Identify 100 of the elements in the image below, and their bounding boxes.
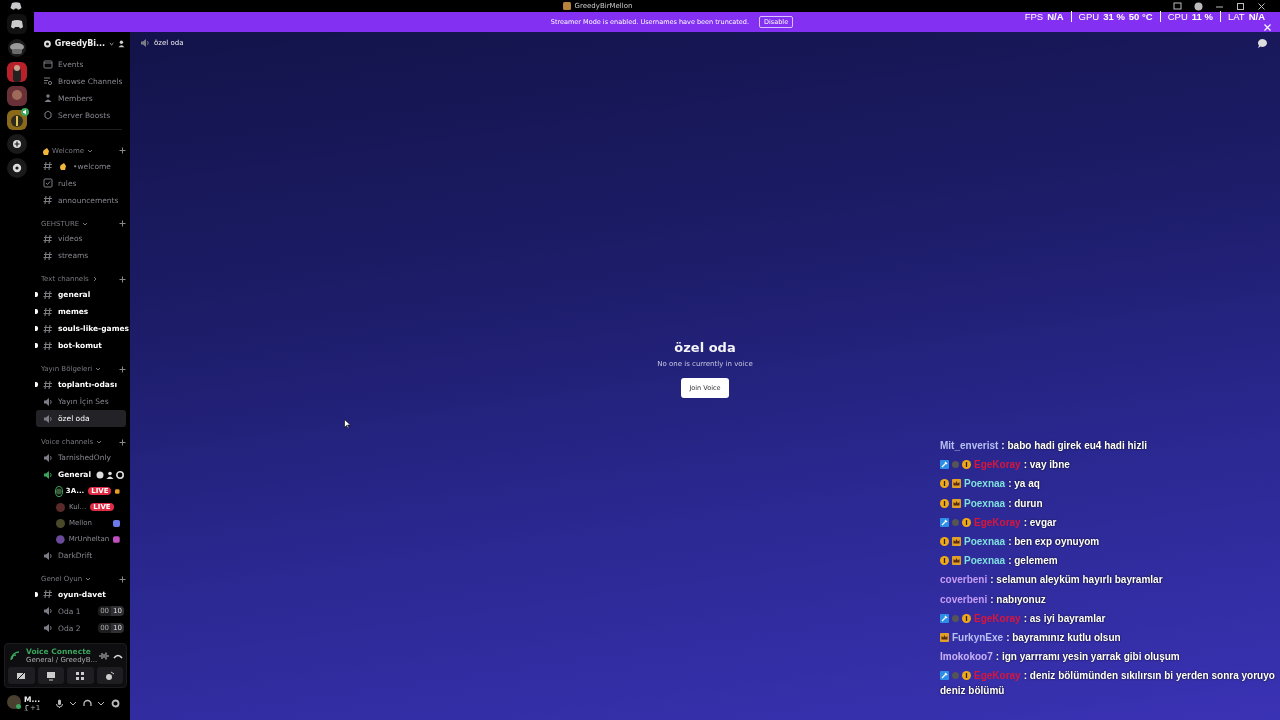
chat-username: coverbeni — [940, 574, 988, 586]
chat-username: FurkynExe — [952, 631, 1004, 643]
hang-up-icon[interactable] — [113, 652, 123, 659]
add-server-icon[interactable] — [7, 134, 27, 154]
settings-icon[interactable] — [116, 470, 124, 479]
chat-message: : ya aq — [1008, 478, 1040, 490]
hammer-badge-icon — [940, 613, 949, 623]
crown-badge-icon — [952, 498, 961, 508]
maximize-icon[interactable] — [1236, 1, 1245, 11]
chat-message: : babo hadi girek eu4 hadi hizli — [1001, 440, 1147, 452]
discord-logo-icon — [10, 2, 22, 10]
crown-badge-icon — [952, 479, 961, 489]
chat-username: coverbeni — [940, 593, 988, 605]
crown-badge-icon — [940, 632, 949, 642]
dot-badge-icon — [952, 518, 959, 526]
add-member-icon — [118, 39, 126, 49]
list-search-icon — [43, 76, 53, 87]
coin-badge-icon — [962, 517, 971, 527]
hash-icon — [43, 306, 53, 317]
chevron-down-icon — [109, 40, 115, 47]
calendar-icon — [43, 59, 53, 70]
server-name: GreedyBi... — [54, 39, 106, 49]
discord-icon[interactable] — [7, 14, 27, 34]
settings-icon[interactable] — [111, 698, 120, 708]
user-avatar-icon — [7, 694, 21, 709]
server-icon[interactable] — [7, 110, 27, 130]
activities-button[interactable] — [67, 667, 94, 684]
plus-icon — [119, 365, 126, 373]
plus-icon — [119, 438, 126, 446]
hash-icon — [43, 340, 53, 351]
plus-icon — [119, 220, 126, 227]
coin-badge-icon — [962, 460, 971, 470]
server-header[interactable]: GreedyBi... — [36, 32, 126, 56]
server-badge-icon — [44, 39, 51, 48]
chat-username: Poexnaa — [964, 478, 1006, 490]
chat-message: : ben exp oynuyom — [1008, 536, 1100, 548]
inbox-icon[interactable] — [1173, 1, 1182, 11]
server-icon[interactable] — [7, 62, 27, 82]
speaker-icon — [43, 550, 53, 561]
chat-username: Poexnaa — [964, 555, 1006, 567]
stat-value: 50 °C — [1128, 11, 1153, 22]
chat-username: Poexnaa — [964, 536, 1006, 548]
chat-message: : durun — [1008, 497, 1043, 509]
chat-icon[interactable] — [96, 470, 104, 479]
stat-label: CPU — [1167, 11, 1188, 22]
hash-icon — [43, 161, 53, 172]
dot-badge-icon — [952, 614, 959, 622]
app-icon — [562, 2, 571, 10]
camera-off-button[interactable] — [8, 667, 35, 684]
chat-username: Imokokoo7 — [940, 651, 993, 663]
members-icon — [43, 93, 53, 104]
chat-message: : as iyi bayramlar — [1023, 612, 1106, 624]
headphones-icon[interactable] — [83, 698, 92, 708]
speaker-icon — [43, 413, 53, 424]
coin-badge-icon — [940, 479, 949, 489]
soundboard-button[interactable] — [96, 667, 123, 684]
stat-value: 11 % — [1191, 11, 1213, 22]
help-icon[interactable] — [1194, 1, 1203, 11]
speaker-icon — [43, 623, 53, 634]
waving-hand-icon — [58, 161, 68, 172]
server-icon[interactable] — [7, 38, 27, 58]
microphone-icon[interactable] — [55, 698, 64, 708]
hammer-badge-icon — [940, 460, 949, 470]
chat-message: : nabıyonuz — [990, 593, 1046, 605]
speaker-icon — [43, 396, 53, 407]
chat-username: Poexnaa — [964, 497, 1006, 509]
camera-off-icon — [16, 670, 27, 681]
chat-username: EgeKoray — [974, 612, 1021, 624]
chat-message: : vay ibne — [1023, 459, 1070, 471]
add-member-icon[interactable] — [106, 470, 114, 479]
dot-badge-icon — [952, 672, 959, 680]
hash-icon — [43, 250, 53, 261]
crown-badge-icon — [952, 556, 961, 566]
screen-share-button[interactable] — [37, 667, 64, 684]
compass-icon[interactable] — [7, 158, 27, 178]
chat-message: : bayramınız kutlu olsun — [1006, 631, 1121, 643]
chat-username: EgeKoray — [974, 459, 1021, 471]
checklist-icon — [43, 178, 53, 189]
screen-share-icon — [45, 670, 56, 681]
speaker-icon — [43, 606, 53, 617]
speaker-icon — [140, 38, 150, 48]
chat-username: EgeKoray — [974, 670, 1021, 682]
chat-username: EgeKoray — [974, 516, 1021, 528]
waving-hand-icon — [41, 145, 51, 156]
mouse-cursor-icon — [344, 419, 351, 429]
speaker-icon — [43, 452, 53, 463]
close-icon[interactable] — [1257, 1, 1266, 11]
signal-icon — [8, 648, 22, 663]
chat-message: : evgar — [1023, 516, 1057, 528]
hammer-badge-icon — [940, 671, 949, 681]
hash-icon — [43, 379, 53, 390]
coin-badge-icon — [940, 537, 949, 547]
hash-icon — [43, 289, 53, 300]
speaker-icon — [43, 469, 53, 480]
dot-badge-icon — [952, 461, 959, 469]
soundboard-icon — [104, 670, 115, 681]
chat-message: : deniz bölümünden sıkılırsın bi yerden sonra yoruyo — [1023, 670, 1275, 682]
stat-value: N/A — [1047, 11, 1064, 22]
hash-icon — [43, 323, 53, 334]
coin-badge-icon — [940, 498, 949, 508]
